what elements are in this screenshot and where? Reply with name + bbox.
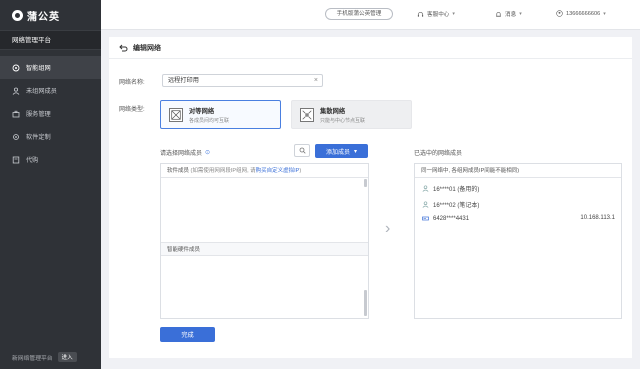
sidebar-item-smart-network[interactable]: 智能组网 xyxy=(0,56,101,79)
available-members-list: 软件成员 (如需使用网网段IP组网, 请购买自定义虚拟IP) 智能硬件成员 xyxy=(160,163,369,319)
app-name: 蒲公英 xyxy=(27,11,60,23)
member-name: 16****02 (笔记本) xyxy=(433,203,480,209)
headset-icon xyxy=(417,11,424,17)
user-icon xyxy=(422,201,429,208)
hardware-members-header: 智能硬件成员 xyxy=(161,242,368,256)
chevron-down-icon: ▾ xyxy=(519,11,522,17)
software-note: (如需使用网网段IP组网, 请 xyxy=(190,168,256,174)
cart-icon xyxy=(12,156,20,164)
service-center-label: 客服中心 xyxy=(427,12,450,18)
enter-button[interactable]: 进入 xyxy=(57,352,77,362)
network-name-label: 网络名称: xyxy=(119,80,145,86)
selected-members-title: 已选中的网络成员 xyxy=(414,151,463,157)
mobile-management-button[interactable]: 手机版蒲公英管理 xyxy=(325,8,393,20)
buy-virtual-ip-link[interactable]: 购买自定义虚拟IP xyxy=(256,168,300,174)
member-name: 6428****4431 xyxy=(433,215,470,222)
network-type-label: 网络类型: xyxy=(119,107,145,113)
user-menu[interactable]: 13666666606 ▾ xyxy=(556,10,606,17)
hub-network-icon xyxy=(300,107,314,122)
page-title: 编辑网络 xyxy=(133,44,161,52)
sidebar-item-ungrouped-members[interactable]: 未组网成员 xyxy=(0,79,101,102)
router-icon xyxy=(422,216,429,221)
settings-icon xyxy=(12,133,20,141)
network-name-input[interactable]: 远程打印用 × xyxy=(162,74,323,87)
sidebar-item-label: 代购 xyxy=(26,157,39,164)
list-item[interactable]: 16****02 (笔记本) xyxy=(422,200,479,209)
sidebar-item-software-custom[interactable]: 软件定制 xyxy=(0,125,101,148)
sidebar-item-label: 智能组网 xyxy=(26,65,51,72)
sidebar: 蒲公英 网络管理平台 智能组网 未组网成员 服务管理 软件定制 代购 新网络管理… xyxy=(0,0,101,369)
eye-icon[interactable]: ⊙ xyxy=(205,149,210,156)
software-header-label: 软件成员 xyxy=(167,168,190,174)
service-center-menu[interactable]: 客服中心 ▾ xyxy=(417,10,455,18)
chevron-down-icon: ▾ xyxy=(452,11,455,17)
selected-members-header: 同一网络中, 各组网成员IP间能不能相同) xyxy=(415,164,621,178)
sidebar-item-label: 未组网成员 xyxy=(26,88,57,95)
user-icon xyxy=(422,185,429,192)
sidebar-item-purchase[interactable]: 代购 xyxy=(0,148,101,171)
platform-title: 网络管理平台 xyxy=(0,30,101,50)
panel-header: 编辑网络 xyxy=(109,37,632,59)
list-item[interactable]: 6428****4431 xyxy=(422,215,469,222)
type-desc: 只能与中心节点互联 xyxy=(320,117,366,124)
logo[interactable]: 蒲公英 xyxy=(0,0,101,30)
sidebar-footer: 新网络管理平台 进入 xyxy=(12,352,77,362)
sidebar-item-service-management[interactable]: 服务管理 xyxy=(0,102,101,125)
type-desc: 各成员间均可互联 xyxy=(189,117,230,124)
footer-text: 新网络管理平台 xyxy=(12,355,53,362)
search-button[interactable] xyxy=(294,144,310,157)
chevron-down-icon: ▾ xyxy=(354,148,358,155)
clear-icon[interactable]: × xyxy=(314,75,318,86)
edit-network-panel: 编辑网络 网络名称: 远程打印用 × 网络类型: 对等网络 各成员间均可互联 集… xyxy=(109,37,632,358)
sidebar-item-label: 服务管理 xyxy=(26,111,51,118)
messages-label: 消息 xyxy=(505,12,517,18)
type-title: 集散网络 xyxy=(320,107,346,115)
type-title: 对等网络 xyxy=(189,107,215,115)
sidebar-item-label: 软件定制 xyxy=(26,134,51,141)
back-arrow-icon[interactable] xyxy=(119,44,128,52)
scrollbar[interactable] xyxy=(364,179,367,187)
add-member-label: 添加成员 xyxy=(325,149,350,156)
messages-menu[interactable]: 消息 ▾ xyxy=(495,10,522,18)
bell-icon xyxy=(496,11,501,17)
software-members-header: 软件成员 (如需使用网网段IP组网, 请购买自定义虚拟IP) xyxy=(161,164,368,178)
chevron-down-icon: ▾ xyxy=(603,10,606,17)
network-icon xyxy=(12,64,20,72)
network-name-value: 远程打印用 xyxy=(168,77,199,84)
list-item[interactable]: 16****01 (备用的) xyxy=(422,184,479,193)
type-card-peer[interactable]: 对等网络 各成员间均可互联 xyxy=(160,100,281,129)
user-phone: 13666666606 xyxy=(566,10,601,17)
briefcase-icon xyxy=(12,110,20,118)
mesh-network-icon xyxy=(169,107,183,122)
dandelion-logo-icon xyxy=(12,9,23,21)
scrollbar[interactable] xyxy=(364,290,367,316)
software-note-end: ) xyxy=(299,168,302,174)
done-button[interactable]: 完成 xyxy=(160,327,215,342)
select-members-title: 请选择网络成员 ⊙ xyxy=(160,148,210,157)
search-icon xyxy=(299,147,306,154)
user-icon xyxy=(12,87,20,95)
member-ip: 10.168.113.1 xyxy=(580,215,615,221)
chevron-right-icon[interactable]: › xyxy=(385,220,390,238)
type-card-hub[interactable]: 集散网络 只能与中心节点互联 xyxy=(291,100,412,129)
select-members-label: 请选择网络成员 xyxy=(160,151,203,157)
member-name: 16****01 (备用的) xyxy=(433,187,480,193)
sidebar-nav: 智能组网 未组网成员 服务管理 软件定制 代购 xyxy=(0,56,101,171)
selected-members-list: 同一网络中, 各组网成员IP间能不能相同) 16****01 (备用的) 16*… xyxy=(414,163,622,319)
user-circle-icon xyxy=(556,10,563,17)
add-member-button[interactable]: 添加成员 ▾ xyxy=(315,144,368,158)
topbar: 手机版蒲公英管理 客服中心 ▾ 消息 ▾ 13666666606 ▾ xyxy=(101,0,640,30)
